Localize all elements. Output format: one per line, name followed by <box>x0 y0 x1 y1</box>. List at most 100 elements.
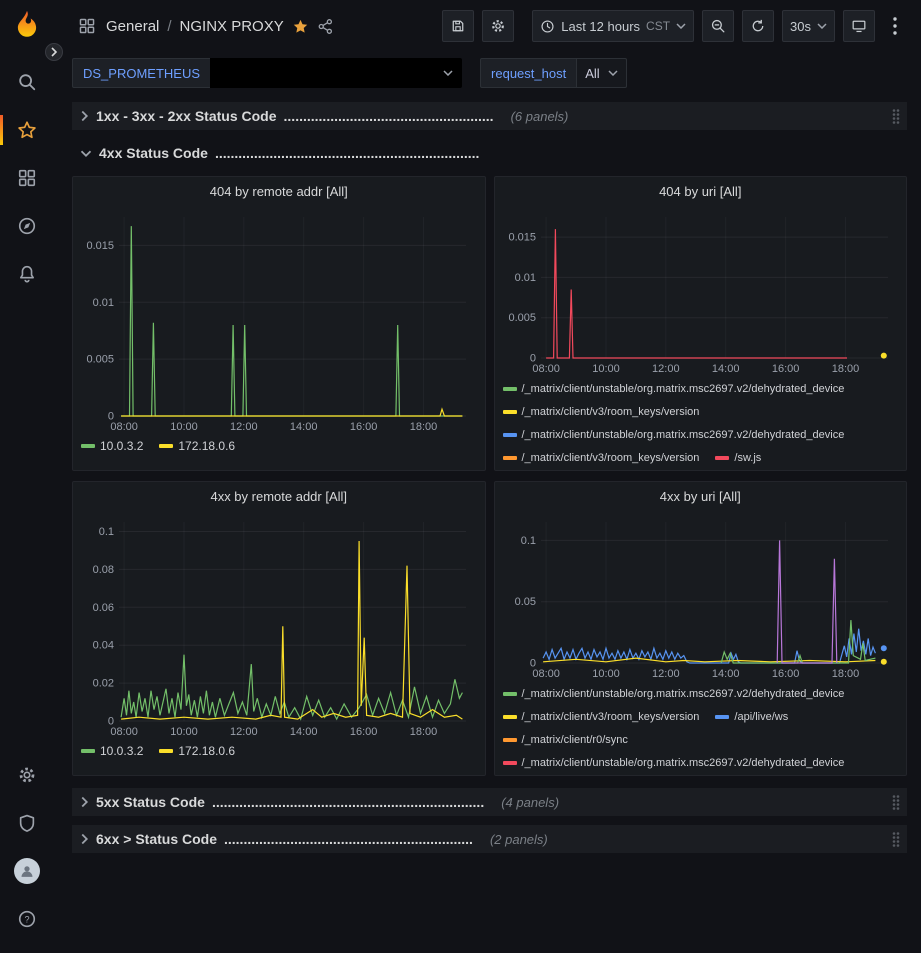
request-host-variable-label[interactable]: request_host <box>480 58 576 88</box>
legend-item[interactable]: /_matrix/client/unstable/org.matrix.msc2… <box>503 688 845 700</box>
svg-text:10:00: 10:00 <box>170 421 198 433</box>
legend-item[interactable]: /_matrix/client/unstable/org.matrix.msc2… <box>503 429 845 441</box>
legend-label: /_matrix/client/unstable/org.matrix.msc2… <box>522 383 845 395</box>
legend-item[interactable]: /_matrix/client/r0/sync <box>503 734 628 746</box>
row-title-leader: ........................................… <box>224 831 473 847</box>
tv-mode-button[interactable] <box>843 10 875 42</box>
legend-item[interactable]: /_matrix/client/unstable/org.matrix.msc2… <box>503 757 845 769</box>
refresh-icon <box>750 18 766 34</box>
kebab-menu-button[interactable] <box>883 10 907 42</box>
panel-title[interactable]: 4xx by remote addr [All] <box>81 482 477 512</box>
sidebar-item-search[interactable] <box>0 58 54 106</box>
tv-icon <box>851 18 867 34</box>
legend-item[interactable]: /_matrix/client/v3/room_keys/version <box>503 406 700 418</box>
breadcrumb-separator: / <box>167 18 171 35</box>
explore-compass-icon <box>17 216 37 236</box>
svg-text:0.01: 0.01 <box>514 272 535 284</box>
sidebar-item-explore[interactable] <box>0 202 54 250</box>
breadcrumb-section[interactable]: General <box>106 18 159 35</box>
legend-row: /_matrix/client/v3/room_keys/version <box>503 400 899 423</box>
dashboard-title[interactable]: NGINX PROXY <box>180 18 284 35</box>
svg-text:18:00: 18:00 <box>831 668 859 680</box>
zoom-out-button[interactable] <box>702 10 734 42</box>
timeseries-chart[interactable]: 08:0010:0012:0014:0016:0018:0000.0050.01… <box>81 207 476 433</box>
svg-text:0: 0 <box>529 353 535 365</box>
sidebar-item-configuration[interactable] <box>0 751 54 799</box>
svg-text:0.005: 0.005 <box>86 354 114 366</box>
legend-row: /_matrix/client/r0/sync <box>503 728 899 751</box>
panel-4xx-by-uri: 4xx by uri [All] 08:0010:0012:0014:0016:… <box>494 481 908 776</box>
refresh-button[interactable] <box>742 10 774 42</box>
legend-item[interactable]: 172.18.0.6 <box>159 439 235 453</box>
share-icon[interactable] <box>317 18 334 35</box>
row-title-leader: ........................................… <box>215 145 480 161</box>
sidebar-item-help[interactable]: ? <box>0 895 54 943</box>
svg-text:12:00: 12:00 <box>230 726 258 738</box>
sidebar-item-starred[interactable] <box>0 106 54 154</box>
row-title-leader: ........................................… <box>212 794 484 810</box>
timezone-label: CST <box>646 19 670 33</box>
legend-row: /_matrix/client/unstable/org.matrix.msc2… <box>503 751 899 774</box>
svg-text:0: 0 <box>108 411 114 423</box>
legend-item[interactable]: /_matrix/client/v3/room_keys/version <box>503 452 700 464</box>
request-host-variable-value[interactable]: All <box>576 58 626 88</box>
time-range-picker[interactable]: Last 12 hours CST <box>532 10 694 42</box>
legend-item[interactable]: 10.0.3.2 <box>81 439 143 453</box>
svg-text:08:00: 08:00 <box>110 421 138 433</box>
svg-text:0.015: 0.015 <box>86 240 114 252</box>
svg-text:16:00: 16:00 <box>350 726 378 738</box>
clock-icon <box>540 19 555 34</box>
panel-title[interactable]: 4xx by uri [All] <box>503 482 899 512</box>
dashboard-settings-button[interactable] <box>482 10 514 42</box>
sidebar-item-profile[interactable] <box>0 847 54 895</box>
row-5xx[interactable]: 5xx Status Code ........................… <box>72 788 907 816</box>
legend-item[interactable]: 172.18.0.6 <box>159 744 235 758</box>
datasource-variable-label[interactable]: DS_PROMETHEUS <box>72 58 210 88</box>
save-dashboard-button[interactable] <box>442 10 474 42</box>
legend-swatch <box>503 738 517 742</box>
caret-down-icon <box>443 70 453 76</box>
drag-handle-icon[interactable] <box>891 831 901 847</box>
svg-text:14:00: 14:00 <box>290 726 318 738</box>
svg-text:0.015: 0.015 <box>508 232 536 244</box>
panel-title[interactable]: 404 by uri [All] <box>503 177 899 207</box>
sidebar-item-server-admin[interactable] <box>0 799 54 847</box>
sidebar-item-dashboards[interactable] <box>0 154 54 202</box>
drag-handle-icon[interactable] <box>891 108 901 124</box>
timeseries-chart[interactable]: 08:0010:0012:0014:0016:0018:0000.0050.01… <box>503 207 898 375</box>
row-4xx[interactable]: 4xx Status Code ........................… <box>72 139 907 167</box>
grafana-logo[interactable] <box>9 8 45 44</box>
legend-item[interactable]: /api/live/ws <box>715 711 788 723</box>
favorite-star-icon[interactable] <box>292 18 309 35</box>
svg-text:10:00: 10:00 <box>170 726 198 738</box>
kebab-menu-icon <box>893 17 897 35</box>
svg-text:0.02: 0.02 <box>93 678 114 690</box>
svg-text:0.1: 0.1 <box>520 535 535 547</box>
timeseries-chart[interactable]: 08:0010:0012:0014:0016:0018:0000.020.040… <box>81 512 476 738</box>
legend-swatch <box>159 749 173 753</box>
navbar-actions: Last 12 hours CST 30s <box>442 10 907 42</box>
star-icon <box>17 120 37 140</box>
variable-datasource: DS_PROMETHEUS <box>72 58 462 88</box>
legend-item[interactable]: /_matrix/client/v3/room_keys/version <box>503 711 700 723</box>
refresh-interval-dropdown[interactable]: 30s <box>782 10 835 42</box>
svg-text:08:00: 08:00 <box>110 726 138 738</box>
legend-swatch <box>503 715 517 719</box>
row-6xx[interactable]: 6xx > Status Code ......................… <box>72 825 907 853</box>
datasource-variable-value-redacted[interactable] <box>210 58 462 88</box>
svg-text:12:00: 12:00 <box>230 421 258 433</box>
sidebar-expand-chevron[interactable] <box>45 43 63 61</box>
panel-title[interactable]: 404 by remote addr [All] <box>81 177 477 207</box>
row-1xx-3xx-2xx[interactable]: 1xx - 3xx - 2xx Status Code ............… <box>72 102 907 130</box>
breadcrumb: General / NGINX PROXY <box>78 17 334 35</box>
legend-row: /_matrix/client/v3/room_keys/version/sw.… <box>503 446 899 469</box>
sidebar: ? <box>0 0 54 953</box>
timeseries-chart[interactable]: 08:0010:0012:0014:0016:0018:0000.050.1 <box>503 512 898 680</box>
sidebar-item-alerting[interactable] <box>0 250 54 298</box>
zoom-out-icon <box>710 18 726 34</box>
legend-item[interactable]: 10.0.3.2 <box>81 744 143 758</box>
chart-legend: 10.0.3.2 172.18.0.6 <box>81 435 477 457</box>
legend-item[interactable]: /sw.js <box>715 452 761 464</box>
drag-handle-icon[interactable] <box>891 794 901 810</box>
legend-item[interactable]: /_matrix/client/unstable/org.matrix.msc2… <box>503 383 845 395</box>
